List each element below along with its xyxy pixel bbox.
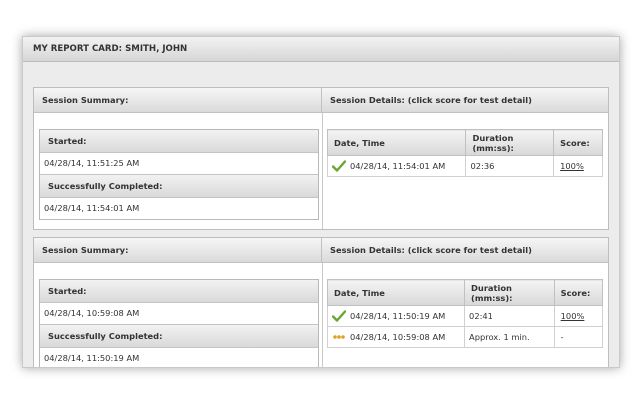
session-details-table: Date, Time Duration (mm:ss): Score: 04/2…: [326, 129, 603, 177]
column-header-score: Score:: [553, 279, 604, 306]
duration-cell: 02:36: [465, 155, 555, 177]
started-value: 04/28/14, 10:59:08 AM: [40, 303, 318, 325]
started-label: Started:: [40, 130, 318, 153]
duration-cell: Approx. 1 min.: [464, 326, 555, 348]
completed-label: Successfully Completed:: [40, 325, 318, 348]
completed-value: 04/28/14, 11:50:19 AM: [40, 348, 318, 367]
in-progress-icon: [332, 331, 346, 343]
table-row: 04/28/14, 10:59:08 AM Approx. 1 min. -: [326, 326, 604, 348]
table-row: 04/28/14, 11:54:01 AM 02:36 100%: [326, 155, 603, 177]
score-link[interactable]: 100%: [561, 311, 585, 321]
report-card: MY REPORT CARD: SMITH, JOHN Session Summ…: [22, 36, 620, 368]
report-card-title: MY REPORT CARD: SMITH, JOHN: [23, 37, 619, 62]
date-value: 04/28/14, 11:50:19 AM: [350, 311, 446, 321]
column-header-duration: Duration (mm:ss):: [464, 279, 555, 306]
session-details-title: Session Details: (click score for test d…: [322, 88, 608, 113]
session-panel: Session Summary: Session Details: (click…: [33, 237, 609, 367]
column-header-date: Date, Time: [326, 129, 467, 156]
date-cell: 04/28/14, 11:50:19 AM: [326, 305, 466, 327]
details-header-row: Date, Time Duration (mm:ss): Score:: [326, 129, 603, 156]
check-icon: [332, 310, 346, 322]
completed-label: Successfully Completed:: [40, 175, 318, 198]
column-header-duration: Duration (mm:ss):: [465, 129, 555, 156]
session-details-table: Date, Time Duration (mm:ss): Score: 04/2…: [326, 279, 604, 348]
started-value: 04/28/14, 11:51:25 AM: [40, 153, 318, 175]
date-value: 04/28/14, 11:54:01 AM: [350, 161, 446, 171]
panel-divider: [322, 263, 323, 367]
score-cell: 100%: [553, 155, 603, 177]
table-row: 04/28/14, 11:50:19 AM 02:41 100%: [326, 305, 604, 327]
session-summary-title: Session Summary:: [34, 238, 322, 263]
date-cell: 04/28/14, 11:54:01 AM: [326, 155, 467, 177]
session-summary-box: Started: 04/28/14, 11:51:25 AM Successfu…: [39, 129, 319, 220]
column-header-date: Date, Time: [326, 279, 466, 306]
session-details-title: Session Details: (click score for test d…: [322, 238, 608, 263]
date-value: 04/28/14, 10:59:08 AM: [350, 332, 446, 342]
score-link[interactable]: 100%: [560, 161, 584, 171]
score-cell: 100%: [553, 305, 604, 327]
session-summary-box: Started: 04/28/14, 10:59:08 AM Successfu…: [39, 279, 319, 367]
panel-divider: [322, 113, 323, 229]
check-icon: [332, 160, 346, 172]
date-cell: 04/28/14, 10:59:08 AM: [326, 326, 466, 348]
session-summary-title: Session Summary:: [34, 88, 322, 113]
duration-cell: 02:41: [464, 305, 555, 327]
started-label: Started:: [40, 280, 318, 303]
completed-value: 04/28/14, 11:54:01 AM: [40, 198, 318, 219]
details-header-row: Date, Time Duration (mm:ss): Score:: [326, 279, 604, 306]
session-panel: Session Summary: Session Details: (click…: [33, 87, 609, 230]
score-cell: -: [553, 326, 604, 348]
column-header-score: Score:: [553, 129, 603, 156]
